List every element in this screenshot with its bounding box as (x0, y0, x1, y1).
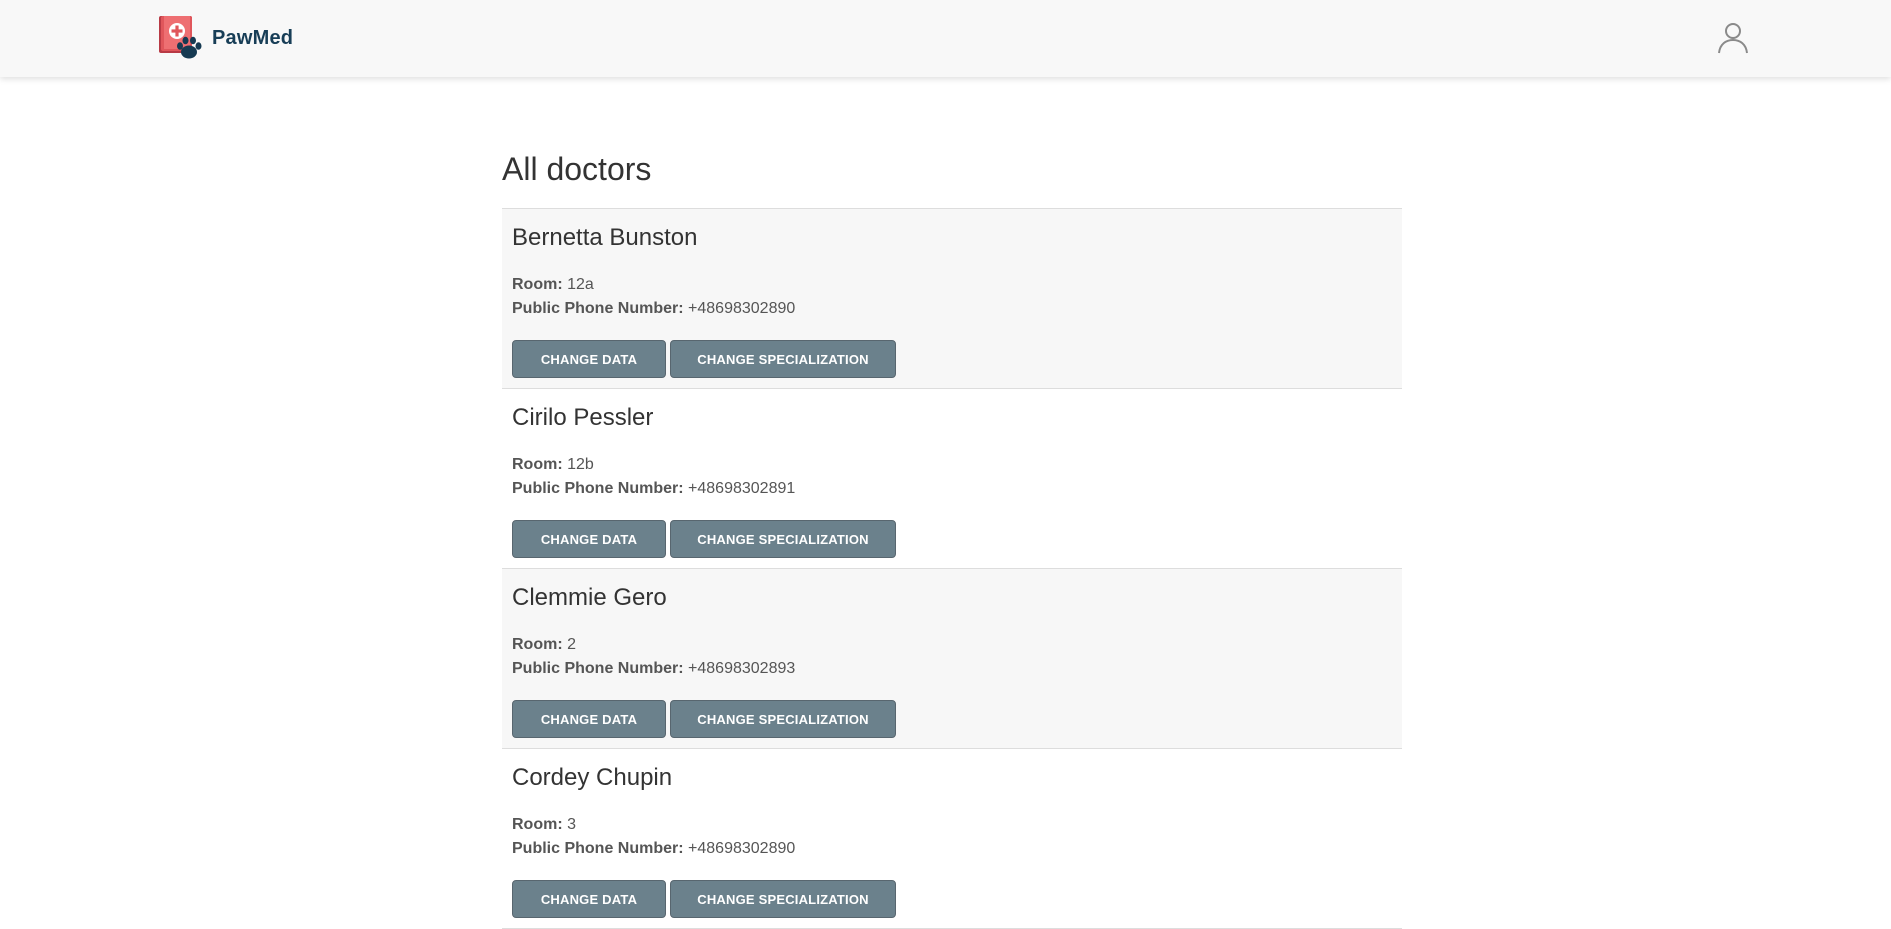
room-label: Room: (512, 636, 563, 653)
page-title: All doctors (502, 151, 652, 187)
phone-label: Public Phone Number: (512, 840, 684, 857)
doctor-name: Bernetta Bunston (512, 224, 698, 251)
phone-value: +48698302891 (688, 480, 796, 497)
doctor-name: Cordey Chupin (512, 764, 673, 791)
phone-value: +48698302890 (688, 300, 796, 317)
change-data-button[interactable]: CHANGE DATA (512, 340, 666, 378)
brand-link[interactable]: PawMed (158, 14, 293, 62)
phone-info: Public Phone Number: +48698302890 (512, 300, 795, 318)
user-account-button[interactable] (1716, 20, 1750, 54)
room-value: 2 (567, 636, 577, 653)
phone-label: Public Phone Number: (512, 300, 684, 317)
change-data-button[interactable]: CHANGE DATA (512, 700, 666, 738)
room-value: 12b (567, 456, 594, 473)
phone-value: +48698302890 (688, 840, 796, 857)
doctor-name: Clemmie Gero (512, 584, 667, 611)
doctor-actions: CHANGE DATA CHANGE SPECIALIZATION (512, 700, 896, 738)
phone-info: Public Phone Number: +48698302891 (512, 480, 795, 498)
room-info: Room: 12a (512, 276, 594, 294)
doctor-card: Clemmie Gero Room: 2 Public Phone Number… (502, 569, 1402, 749)
room-label: Room: (512, 816, 563, 833)
medical-book-paw-icon (159, 16, 202, 59)
room-label: Room: (512, 276, 563, 293)
room-info: Room: 12b (512, 456, 594, 474)
doctor-name: Cirilo Pessler (512, 404, 654, 431)
change-specialization-button[interactable]: CHANGE SPECIALIZATION (670, 700, 896, 738)
phone-info: Public Phone Number: +48698302893 (512, 660, 795, 678)
doctor-card: Cordey Chupin Room: 3 Public Phone Numbe… (502, 749, 1402, 929)
room-value: 12a (567, 276, 594, 293)
change-specialization-button[interactable]: CHANGE SPECIALIZATION (670, 340, 896, 378)
room-info: Room: 2 (512, 636, 576, 654)
change-data-button[interactable]: CHANGE DATA (512, 520, 666, 558)
phone-label: Public Phone Number: (512, 660, 684, 677)
doctor-list: Bernetta Bunston Room: 12a Public Phone … (502, 208, 1402, 929)
doctor-card: Cirilo Pessler Room: 12b Public Phone Nu… (502, 389, 1402, 569)
room-value: 3 (567, 816, 577, 833)
doctor-actions: CHANGE DATA CHANGE SPECIALIZATION (512, 340, 896, 378)
room-label: Room: (512, 456, 563, 473)
phone-info: Public Phone Number: +48698302890 (512, 840, 795, 858)
phone-value: +48698302893 (688, 660, 796, 677)
brand-name: PawMed (212, 26, 294, 49)
doctor-actions: CHANGE DATA CHANGE SPECIALIZATION (512, 520, 896, 558)
change-specialization-button[interactable]: CHANGE SPECIALIZATION (670, 520, 896, 558)
doctor-card: Bernetta Bunston Room: 12a Public Phone … (502, 209, 1402, 389)
top-navbar: PawMed (0, 0, 1891, 77)
phone-label: Public Phone Number: (512, 480, 684, 497)
room-info: Room: 3 (512, 816, 576, 834)
user-account-icon (1718, 23, 1748, 54)
main-content: All doctors Bernetta Bunston Room: 12a P… (502, 130, 1402, 929)
